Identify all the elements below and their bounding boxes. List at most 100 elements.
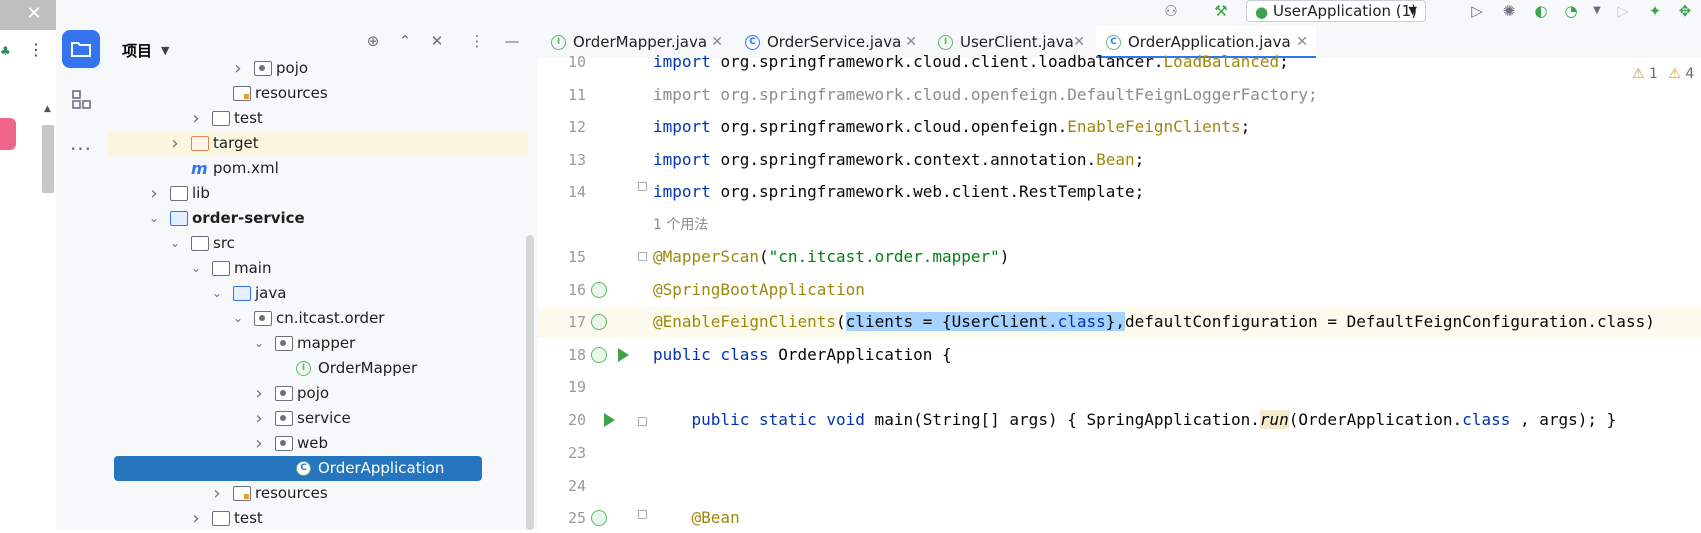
outer-scrollbar[interactable]	[42, 125, 54, 193]
chevron-right-icon[interactable]: ›	[190, 506, 202, 530]
chevron-right-icon[interactable]: ›	[169, 131, 181, 156]
tree-item[interactable]: resources	[108, 81, 528, 106]
fold-icon[interactable]	[638, 510, 647, 519]
tree-item[interactable]: › web	[108, 431, 528, 456]
package-icon	[275, 436, 293, 451]
tree-scrollbar[interactable]	[526, 235, 534, 530]
chevron-right-icon[interactable]: ›	[232, 58, 244, 81]
tree-item[interactable]: ⌄ order-service	[108, 206, 528, 231]
structure-tool-button[interactable]	[62, 80, 100, 118]
add-user-icon[interactable]: ⚇	[1160, 0, 1182, 22]
chevron-right-icon[interactable]: ›	[211, 481, 223, 506]
coverage-icon[interactable]: ◐	[1530, 0, 1552, 22]
code-token: ;	[1134, 150, 1145, 169]
attach-icon[interactable]: ✦	[1644, 0, 1666, 22]
line-number: 18	[567, 346, 586, 364]
tree-item[interactable]: › resources	[108, 481, 528, 506]
plugin-icon[interactable]: ✥	[1674, 0, 1696, 22]
inspection-widget[interactable]: ⚠ 1 ⚠ 4	[1632, 66, 1694, 82]
tree-item[interactable]: ⌄ main	[108, 256, 528, 281]
run-icon[interactable]: ▷	[1466, 0, 1488, 22]
folder-icon	[212, 111, 230, 126]
tree-item[interactable]: › test	[108, 106, 528, 131]
chevron-down-icon[interactable]: ▼	[1586, 0, 1608, 22]
close-tab-icon[interactable]: ✕	[1296, 26, 1308, 58]
tree-item[interactable]: ⌄ mapper	[108, 331, 528, 356]
more-vertical-icon[interactable]: ⋮	[466, 30, 488, 52]
code-token: @Bean	[691, 508, 740, 527]
chevron-right-icon[interactable]: ›	[253, 406, 265, 431]
tree-item[interactable]: I OrderMapper	[108, 356, 528, 381]
run-configuration-select[interactable]: ● UserApplication (1) ▼	[1246, 0, 1426, 22]
collapse-all-icon[interactable]: ✕	[426, 30, 448, 52]
chevron-down-icon[interactable]: ⌄	[148, 206, 160, 231]
code-line[interactable]: public class OrderApplication {	[653, 340, 952, 370]
tree-item[interactable]: C OrderApplication	[114, 456, 482, 481]
package-icon	[275, 336, 293, 351]
code-line[interactable]: @EnableFeignClients(clients = {UserClien…	[653, 307, 1655, 337]
tree-item[interactable]: m pom.xml	[108, 156, 528, 181]
project-tool-button[interactable]	[62, 30, 100, 68]
chevron-down-icon[interactable]: ⌄	[169, 231, 181, 256]
profile-icon[interactable]: ◔	[1560, 0, 1582, 22]
tree-item[interactable]: ⌄ src	[108, 231, 528, 256]
chevron-down-icon[interactable]: ⌄	[190, 256, 202, 281]
run-icon[interactable]	[618, 348, 629, 362]
leaf-icon: ♣	[0, 44, 11, 58]
code-token: LoadBalanced	[1163, 52, 1280, 71]
code-line[interactable]: import org.springframework.cloud.client.…	[653, 47, 1289, 77]
chevron-right-icon[interactable]: ›	[253, 381, 265, 406]
outer-close-icon[interactable]: ✕	[22, 2, 46, 26]
run-icon[interactable]	[604, 413, 615, 427]
chevron-right-icon[interactable]: ›	[148, 181, 160, 206]
code-line[interactable]: import org.springframework.cloud.openfei…	[653, 112, 1250, 142]
fold-icon[interactable]	[638, 417, 647, 426]
weak-warning-count: 1	[1649, 66, 1658, 82]
outer-more-icon[interactable]: ⋮	[28, 40, 44, 60]
chevron-down-icon[interactable]: ⌄	[253, 331, 265, 356]
tree-item[interactable]: › pojo	[108, 381, 528, 406]
target-icon[interactable]: ⊕	[362, 30, 384, 52]
code-line[interactable]: import org.springframework.web.client.Re…	[653, 177, 1144, 207]
fold-icon[interactable]	[638, 182, 647, 191]
tree-item[interactable]: › service	[108, 406, 528, 431]
more-tools-icon[interactable]: ···	[62, 130, 100, 168]
expand-all-icon[interactable]: ⌃	[394, 30, 416, 52]
chevron-down-icon[interactable]: ⌄	[211, 281, 223, 306]
warning-icon: ⚠	[1668, 66, 1681, 82]
chevron-down-icon[interactable]: ⌄	[232, 306, 244, 331]
chevron-down-icon[interactable]: ▼	[161, 44, 169, 57]
code-token: org.springframework.cloud.client.loadbal…	[720, 52, 1164, 71]
code-token: @EnableFeignClients	[653, 312, 837, 331]
code-line[interactable]: @Bean	[653, 503, 740, 533]
tree-item[interactable]: › test	[108, 506, 528, 530]
tree-item[interactable]: ⌄ cn.itcast.order	[108, 306, 528, 331]
spring-bean-icon[interactable]	[591, 510, 607, 526]
spring-class-icon: C	[296, 461, 311, 476]
debug-icon[interactable]: ✺	[1498, 0, 1520, 22]
fold-icon[interactable]	[638, 252, 647, 261]
build-hammer-icon[interactable]: ⚒	[1210, 0, 1232, 22]
tree-item[interactable]: ⌄ java	[108, 281, 528, 306]
spring-bean-icon[interactable]	[591, 282, 607, 298]
chevron-right-icon[interactable]: ›	[190, 106, 202, 131]
tree-item[interactable]: › target	[108, 131, 528, 156]
outer-pink-button[interactable]	[0, 118, 16, 150]
tree-item[interactable]: › lib	[108, 181, 528, 206]
code-line[interactable]: @MapperScan("cn.itcast.order.mapper")	[653, 242, 1009, 272]
code-line[interactable]: import org.springframework.context.annot…	[653, 145, 1144, 175]
chevron-right-icon[interactable]: ›	[253, 431, 265, 456]
code-line[interactable]: public static void main(String[] args) {…	[653, 405, 1616, 435]
tree-item-label: resources	[255, 484, 328, 502]
spring-bean-icon[interactable]	[591, 314, 607, 330]
usage-hint[interactable]: 1 个用法	[653, 210, 708, 240]
outer-scroll-up-icon[interactable]: ▲	[44, 104, 54, 114]
tree-item[interactable]: › pojo	[108, 58, 528, 81]
minimize-icon[interactable]: —	[501, 30, 523, 52]
package-icon	[254, 311, 272, 326]
spring-bean-icon[interactable]	[591, 347, 607, 363]
code-line[interactable]: @SpringBootApplication	[653, 275, 865, 305]
folder-icon	[212, 261, 230, 276]
code-line[interactable]: import org.springframework.cloud.openfei…	[653, 80, 1318, 110]
chevron-down-icon: ▼	[1408, 4, 1417, 17]
